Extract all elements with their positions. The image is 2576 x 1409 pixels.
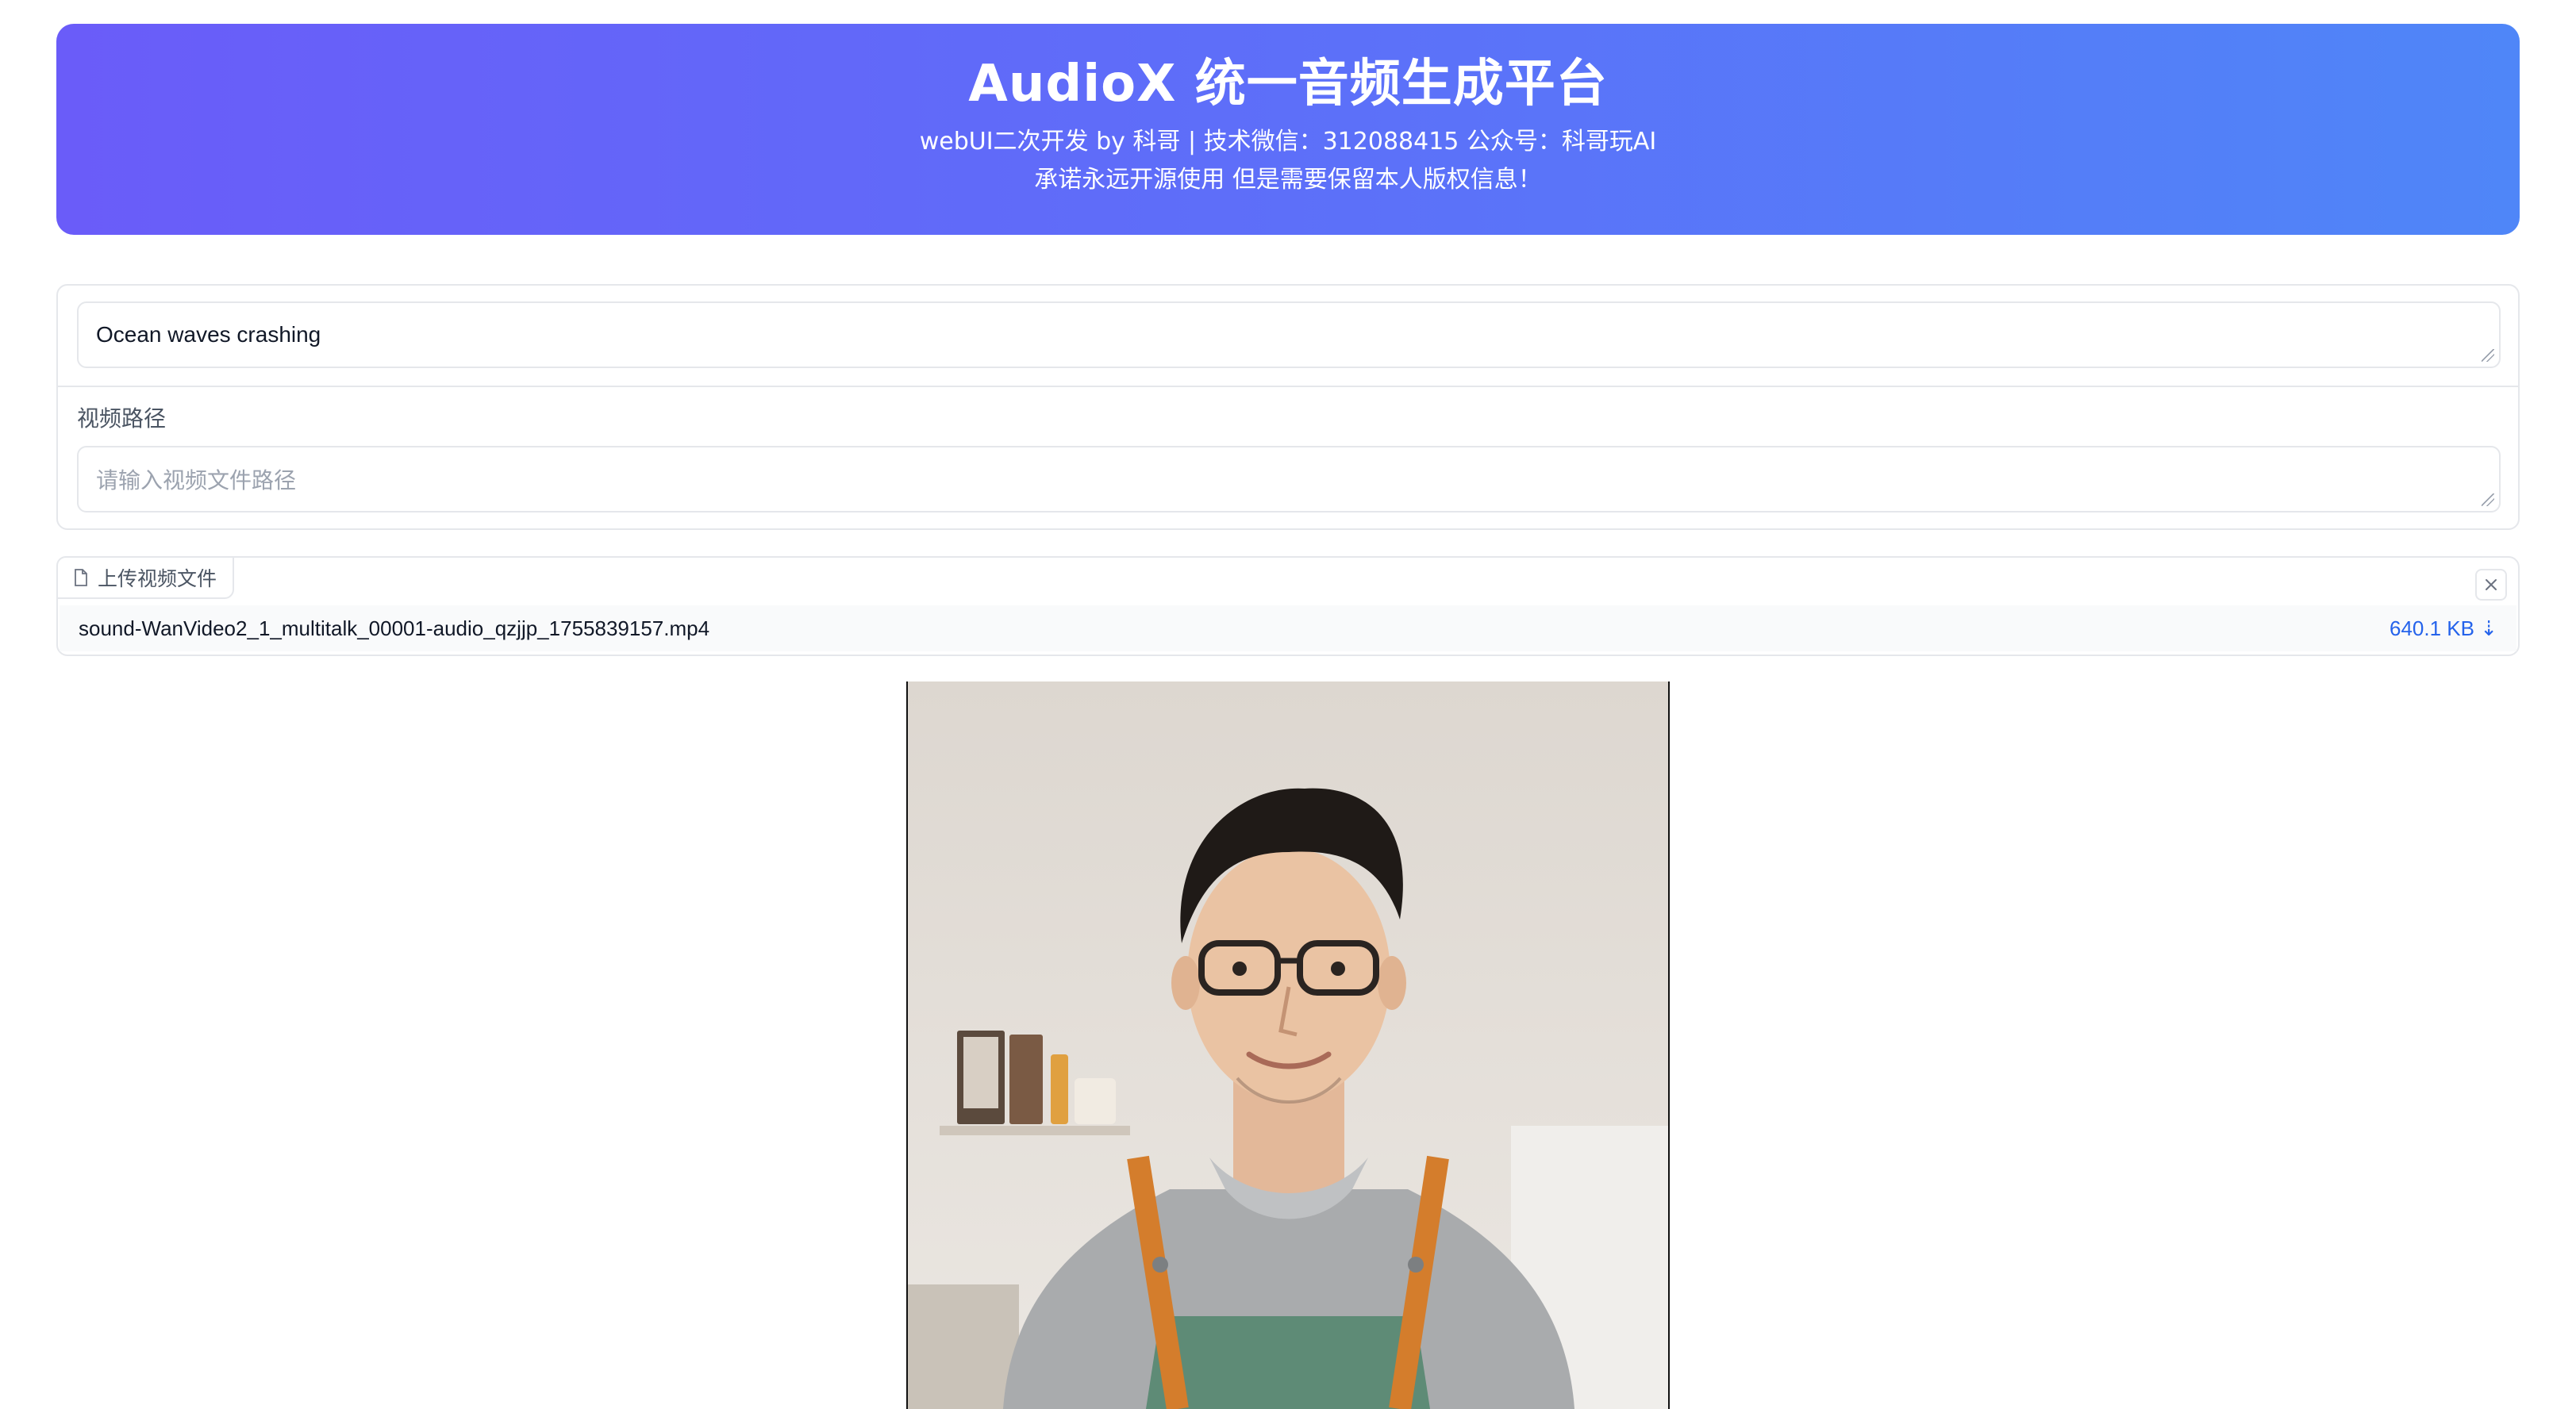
header-banner: AudioX 统一音频生成平台 webUI二次开发 by 科哥 | 技术微信：3… (56, 24, 2520, 235)
upload-label-text: 上传视频文件 (98, 567, 217, 590)
file-download-link[interactable]: 640.1 KB ⇣ (2390, 616, 2497, 641)
form-divider (58, 386, 2518, 387)
header-license-note: 承诺永远开源使用 但是需要保留本人版权信息！ (1034, 165, 1542, 194)
upload-label-tag: 上传视频文件 (56, 556, 235, 599)
file-icon (75, 569, 87, 586)
input-form: Ocean waves crashing 视频路径 请输入视频文件路径 (56, 284, 2520, 530)
video-preview[interactable] (906, 681, 1670, 1409)
close-icon (2486, 579, 2497, 590)
page-title: AudioX 统一音频生成平台 (968, 55, 1608, 113)
resize-handle-icon[interactable] (2482, 349, 2494, 362)
prompt-text: Ocean waves crashing (96, 322, 321, 347)
file-name: sound-WanVideo2_1_multitalk_00001-audio_… (79, 616, 710, 640)
clear-file-button[interactable] (2475, 569, 2507, 601)
video-upload: 上传视频文件 sound-WanVideo2_1_multitalk_00001… (56, 556, 2520, 656)
header-credits: webUI二次开发 by 科哥 | 技术微信：312088415 公众号：科哥玩… (919, 127, 1657, 155)
video-path-placeholder: 请输入视频文件路径 (96, 467, 297, 493)
video-path-input[interactable]: 请输入视频文件路径 (77, 446, 2501, 513)
video-thumbnail (908, 681, 1668, 1409)
prompt-textarea[interactable]: Ocean waves crashing (77, 301, 2501, 368)
uploaded-file-row: sound-WanVideo2_1_multitalk_00001-audio_… (60, 605, 2516, 651)
audiox-app: AudioX 统一音频生成平台 webUI二次开发 by 科哥 | 技术微信：3… (0, 0, 2576, 1409)
resize-handle-icon[interactable] (2482, 493, 2494, 506)
video-path-label: 视频路径 (77, 405, 167, 432)
